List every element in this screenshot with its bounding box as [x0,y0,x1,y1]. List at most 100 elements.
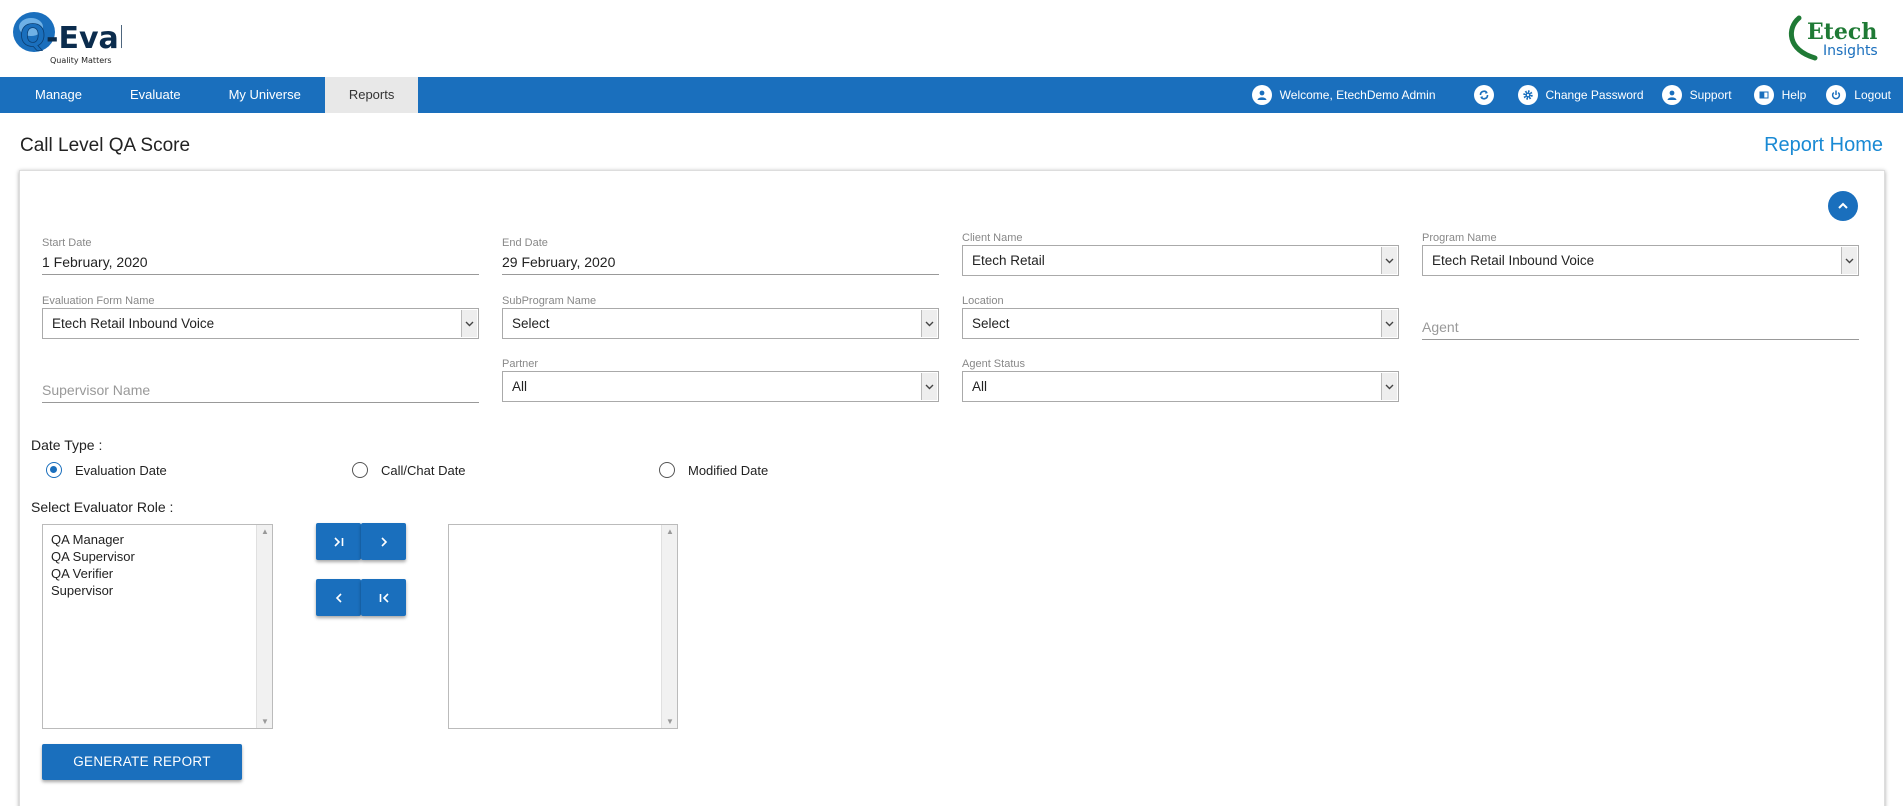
agent-status-field: Agent Status All [962,358,1399,402]
radio-circle [352,462,368,478]
program-name-select[interactable]: Etech Retail Inbound Voice [1422,245,1859,276]
partner-value: All [512,379,528,394]
chevron-down-icon [921,373,937,400]
list-item[interactable]: QA Verifier [43,565,272,582]
start-date-field[interactable]: Start Date 1 February, 2020 [42,237,479,275]
location-select[interactable]: Select [962,308,1399,339]
scrollbar[interactable]: ▲ ▼ [256,525,272,728]
radio-call-chat-date[interactable]: Call/Chat Date [352,462,466,478]
subprogram-name-label: SubProgram Name [502,295,597,307]
welcome-text: Welcome, EtechDemo Admin [1279,88,1436,102]
partner-select[interactable]: All [502,371,939,402]
radio-circle [659,462,675,478]
generate-report-button[interactable]: GENERATE REPORT [42,744,242,780]
logout-label: Logout [1854,88,1891,102]
nav-evaluate[interactable]: Evaluate [106,77,205,113]
change-password-link[interactable]: Change Password [1517,85,1644,105]
end-date-field[interactable]: End Date 29 February, 2020 [502,237,939,275]
agent-field[interactable]: Agent [1422,318,1859,340]
help-link[interactable]: Help [1753,85,1807,105]
location-field: Location Select [962,295,1399,339]
user-welcome[interactable]: Welcome, EtechDemo Admin [1251,85,1436,105]
client-name-label: Client Name [962,232,1023,244]
radio-label: Modified Date [688,462,769,478]
radio-modified-date[interactable]: Modified Date [659,462,768,478]
nav-manage[interactable]: Manage [0,77,106,113]
list-item[interactable]: QA Supervisor [43,548,272,565]
change-password-label: Change Password [1545,88,1644,102]
end-date-label: End Date [502,237,548,249]
client-name-value: Etech Retail [972,253,1045,268]
book-icon [1753,85,1774,105]
chevron-right-icon [380,536,387,547]
move-right-button[interactable] [361,523,406,560]
move-left-button[interactable] [316,579,361,616]
svg-text:-Eval: -Eval [46,21,122,56]
end-date-input[interactable]: 29 February, 2020 [502,253,939,275]
qeval-tagline: Quality Matters [50,56,112,65]
user-icon [1251,85,1272,105]
radio-evaluation-date[interactable]: Evaluation Date [46,462,167,478]
move-all-right-button[interactable] [316,523,361,560]
gear-icon [1517,85,1538,105]
report-home-link[interactable]: Report Home [1764,134,1883,157]
radio-label: Evaluation Date [75,462,167,478]
location-label: Location [962,295,1004,307]
switch-role-button[interactable] [1473,85,1494,105]
program-name-label: Program Name [1422,232,1497,244]
subprogram-name-select[interactable]: Select [502,308,939,339]
chevron-down-icon [1381,373,1397,400]
location-value: Select [972,316,1010,331]
qeval-logo[interactable]: Q -Eval Quality Matters [10,8,129,66]
radio-label: Call/Chat Date [381,462,466,478]
move-all-left-button[interactable] [361,579,406,616]
list-item[interactable]: Supervisor [43,582,272,599]
scroll-up-arrow-icon[interactable]: ▲ [666,527,674,536]
start-date-label: Start Date [42,237,92,249]
logout-link[interactable]: Logout [1826,85,1891,105]
supervisor-name-field[interactable]: Supervisor Name [42,381,479,403]
agent-input[interactable]: Agent [1422,318,1859,340]
svg-text:Insights: Insights [1823,43,1878,59]
chevron-down-icon [1841,247,1857,274]
available-roles-list[interactable]: QA Manager QA Supervisor QA Verifier Sup… [42,524,273,729]
agent-status-value: All [972,379,988,394]
collapse-button[interactable] [1828,191,1858,221]
subprogram-name-value: Select [512,316,550,331]
main-navbar: Manage Evaluate My Universe Reports Welc… [0,77,1903,113]
program-name-value: Etech Retail Inbound Voice [1432,253,1595,268]
etech-insights-logo: Etech Insights [1785,10,1885,62]
supervisor-name-input[interactable]: Supervisor Name [42,381,479,403]
client-name-select[interactable]: Etech Retail [962,245,1399,276]
support-link[interactable]: Support [1661,85,1732,105]
support-icon [1661,85,1682,105]
client-name-field: Client Name Etech Retail [962,232,1399,276]
top-header: Q -Eval Quality Matters Etech Insights [0,0,1903,77]
support-label: Support [1689,88,1732,102]
scroll-down-arrow-icon[interactable]: ▼ [261,717,269,726]
selected-roles-list[interactable]: ▲ ▼ [448,524,678,729]
chevron-up-icon [1838,202,1848,209]
help-label: Help [1781,88,1807,102]
scrollbar[interactable]: ▲ ▼ [661,525,677,728]
scroll-down-arrow-icon[interactable]: ▼ [666,717,674,726]
program-name-field: Program Name Etech Retail Inbound Voice [1422,232,1859,276]
partner-field: Partner All [502,358,939,402]
chevron-down-icon [921,310,937,337]
evaluation-form-value: Etech Retail Inbound Voice [52,316,215,331]
nav-my-universe[interactable]: My Universe [205,77,325,113]
nav-reports[interactable]: Reports [324,77,419,113]
date-type-label: Date Type : [31,437,103,453]
nav-menu: Manage Evaluate My Universe Reports [0,77,419,113]
partner-label: Partner [502,358,539,370]
agent-status-select[interactable]: All [962,371,1399,402]
evaluation-form-field: Evaluation Form Name Etech Retail Inboun… [42,295,479,339]
move-all-right-icon [333,536,343,547]
move-all-left-icon [379,592,389,603]
list-item[interactable]: QA Manager [43,531,272,548]
start-date-input[interactable]: 1 February, 2020 [42,253,479,275]
radio-circle [46,462,62,478]
scroll-up-arrow-icon[interactable]: ▲ [261,527,269,536]
evaluation-form-select[interactable]: Etech Retail Inbound Voice [42,308,479,339]
power-icon [1826,85,1847,105]
